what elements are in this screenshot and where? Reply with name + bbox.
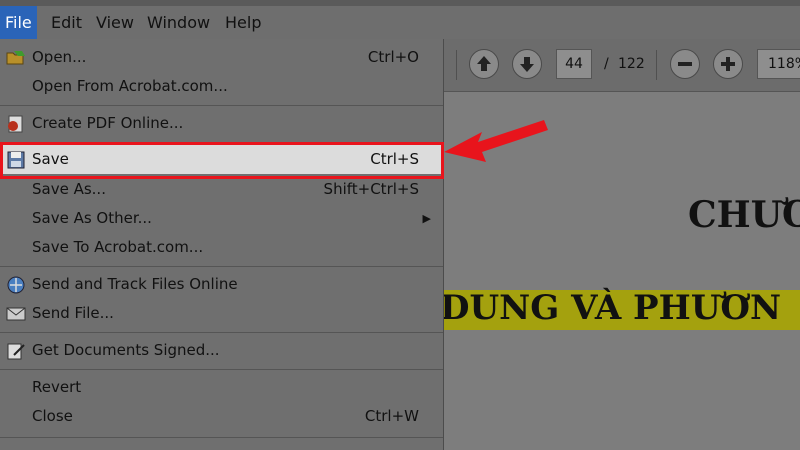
menu-separator <box>0 266 443 267</box>
page-total: 122 <box>618 56 645 72</box>
envelope-icon <box>6 304 26 324</box>
menu-separator <box>0 369 443 370</box>
save-highlight-box <box>0 142 444 179</box>
red-arrow-icon <box>444 120 548 162</box>
menu-item-shortcut: Ctrl+W <box>364 407 419 425</box>
menu-item-send-file[interactable]: Send File... <box>0 299 443 328</box>
open-folder-icon <box>6 48 26 68</box>
menu-item-open[interactable]: Open... Ctrl+O <box>0 43 443 72</box>
zoom-out-icon[interactable] <box>670 49 700 79</box>
menu-bar: File Edit View Window Help <box>0 6 800 39</box>
menu-item-create-pdf-online[interactable]: Create PDF Online... <box>0 109 443 138</box>
menu-item-shortcut: Ctrl+O <box>367 48 419 66</box>
menu-item-send-and-track[interactable]: Send and Track Files Online <box>0 270 443 299</box>
menu-view[interactable]: View <box>96 6 134 39</box>
menu-item-label: Get Documents Signed... <box>32 341 220 359</box>
menu-item-label: Revert <box>32 378 82 396</box>
page-number-input[interactable]: 44 <box>556 49 592 79</box>
menu-item-label: Close <box>32 407 73 425</box>
menu-item-label: Send File... <box>32 304 114 322</box>
menu-item-revert[interactable]: Revert <box>0 373 443 402</box>
chevron-right-icon: ▶ <box>422 212 431 225</box>
menu-separator <box>0 332 443 333</box>
toolbar-divider <box>456 50 457 80</box>
arrow-down-icon[interactable] <box>512 49 542 79</box>
zoom-in-icon[interactable] <box>713 49 743 79</box>
toolbar-divider <box>656 50 657 80</box>
menu-edit[interactable]: Edit <box>51 6 82 39</box>
menu-item-label: Save As... <box>32 180 106 198</box>
menu-item-open-from-acrobat[interactable]: Open From Acrobat.com... <box>0 72 443 101</box>
menu-separator <box>0 105 443 106</box>
send-track-icon <box>6 275 26 295</box>
menu-item-save-as-other[interactable]: Save As Other... ▶ <box>0 204 443 233</box>
menu-item-save-to-acrobat[interactable]: Save To Acrobat.com... <box>0 233 443 262</box>
menu-item-label: Save As Other... <box>32 209 152 227</box>
menu-item-save-as[interactable]: Save As... Shift+Ctrl+S <box>0 175 443 204</box>
menu-item-close[interactable]: Close Ctrl+W <box>0 402 443 431</box>
toolbar: 44 / 122 118% <box>444 39 800 92</box>
file-menu-dropdown: Open... Ctrl+O Open From Acrobat.com... … <box>0 39 444 450</box>
sign-document-icon <box>6 341 26 361</box>
menu-file[interactable]: File <box>0 6 37 39</box>
document-heading-1: CHƯƠ <box>688 194 800 236</box>
menu-item-shortcut: Shift+Ctrl+S <box>323 180 419 198</box>
menu-separator <box>0 437 443 438</box>
zoom-level-input[interactable]: 118% <box>757 49 800 79</box>
menu-window[interactable]: Window <box>147 6 210 39</box>
arrow-up-icon[interactable] <box>469 49 499 79</box>
menu-item-get-documents-signed[interactable]: Get Documents Signed... <box>0 336 443 365</box>
menu-item-label: Open From Acrobat.com... <box>32 77 228 95</box>
page-separator: / <box>604 56 609 72</box>
create-pdf-icon <box>6 114 26 134</box>
menu-help[interactable]: Help <box>225 6 261 39</box>
menu-item-label: Create PDF Online... <box>32 114 184 132</box>
document-heading-2: DUNG VÀ PHƯƠN <box>440 288 782 328</box>
menu-item-label: Send and Track Files Online <box>32 275 238 293</box>
menu-item-label: Save To Acrobat.com... <box>32 238 204 256</box>
menu-item-label: Open... <box>32 48 87 66</box>
